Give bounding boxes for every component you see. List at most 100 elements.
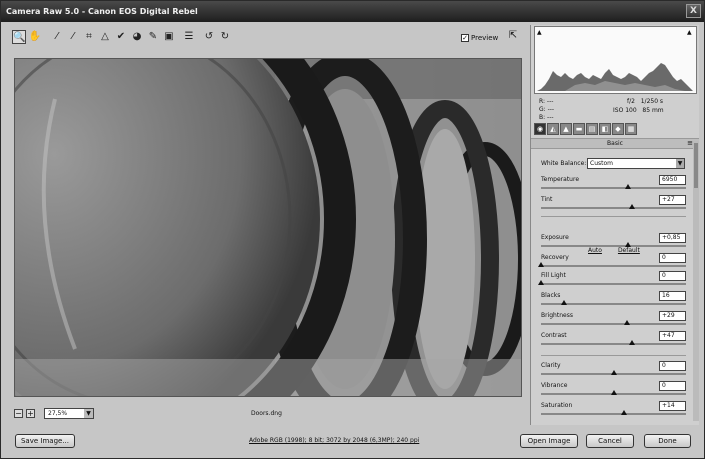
slider-thumb[interactable] xyxy=(629,204,636,209)
shadow-clipping-icon[interactable]: ▲ xyxy=(537,29,544,36)
slider-value-input[interactable]: 0 xyxy=(659,381,686,391)
slider-thumb[interactable] xyxy=(538,280,544,285)
zoom-tool-icon[interactable]: 🔍 xyxy=(12,30,26,44)
slider-value-input[interactable]: 0 xyxy=(659,271,686,281)
slider-temperature: Temperature 6950 xyxy=(541,175,691,193)
image-preview[interactable] xyxy=(14,58,522,397)
save-image-button[interactable]: Save Image... xyxy=(15,434,75,448)
slider-thumb[interactable] xyxy=(538,262,544,267)
adjustment-brush-icon[interactable]: ✎ xyxy=(146,30,160,44)
scrollbar-thumb[interactable] xyxy=(694,143,698,188)
close-icon[interactable]: X xyxy=(686,4,701,18)
slider-value-input[interactable]: +0,85 xyxy=(659,233,686,243)
histogram-graph xyxy=(537,63,693,91)
white-balance-tool-icon[interactable]: ⁄ xyxy=(50,30,64,44)
zoom-in-button[interactable]: + xyxy=(26,409,35,418)
slider-track[interactable] xyxy=(541,184,686,189)
slider-thumb[interactable] xyxy=(625,184,631,189)
panel-tab-icon[interactable]: ◆ xyxy=(612,123,624,135)
dialog-footer: Save Image... Adobe RGB (1998); 8 bit; 3… xyxy=(1,428,704,458)
toolbar: 🔍 ✋ ⁄ ⁄ ⌗ △ ✔ ◕ ✎ ▣ ☰ ↺ ↻ xyxy=(12,28,527,46)
slider-label: Brightness xyxy=(541,312,573,319)
slider-track[interactable] xyxy=(541,300,686,305)
panel-tab-icon[interactable]: ▤ xyxy=(586,123,598,135)
fullscreen-icon[interactable]: ⇱ xyxy=(506,30,520,43)
slider-track[interactable] xyxy=(541,340,686,345)
white-balance-value: Custom xyxy=(590,160,613,167)
zoom-level-select[interactable]: 27,5% ▼ xyxy=(44,408,94,419)
slider-track[interactable] xyxy=(541,390,686,395)
slider-track[interactable] xyxy=(538,262,686,267)
preview-label: Preview xyxy=(471,33,499,42)
highlight-clipping-icon[interactable]: ▲ xyxy=(687,29,694,36)
slider-track[interactable] xyxy=(538,280,686,285)
panel-tab-icon[interactable]: ◧ xyxy=(599,123,611,135)
slider-value-input[interactable]: +29 xyxy=(659,311,686,321)
panel-tab-icon[interactable]: ▲ xyxy=(560,123,572,135)
color-sampler-tool-icon[interactable]: ⁄ xyxy=(66,30,80,44)
rotate-left-icon[interactable]: ↺ xyxy=(202,30,216,44)
slider-thumb[interactable] xyxy=(625,242,631,247)
slider-thumb[interactable] xyxy=(561,300,568,305)
preferences-icon[interactable]: ☰ xyxy=(182,30,196,44)
preview-checkbox[interactable]: ✓ Preview xyxy=(461,32,498,43)
slider-track[interactable] xyxy=(541,370,686,375)
slider-thumb[interactable] xyxy=(629,340,636,345)
slider-value-input[interactable]: 0 xyxy=(659,253,686,263)
slider-value-input[interactable]: +14 xyxy=(659,401,686,411)
slider-fill-light: Fill Light 0 xyxy=(538,271,691,289)
open-image-button[interactable]: Open Image xyxy=(520,434,578,448)
chevron-down-icon: ▼ xyxy=(676,159,684,168)
panel-tab-icon[interactable]: ◉ xyxy=(534,123,546,135)
panel-tabs: ◉ ◭ ▲ ▬ ▤ ◧ ◆ ▦ xyxy=(534,123,697,137)
white-balance-label: White Balance: xyxy=(541,160,587,167)
slider-label: Temperature xyxy=(541,176,580,183)
panel-tab-icon[interactable]: ▦ xyxy=(625,123,637,135)
slider-value-input[interactable]: 0 xyxy=(659,361,686,371)
divider xyxy=(541,355,686,356)
slider-recovery: Recovery 0 xyxy=(538,253,691,271)
slider-thumb[interactable] xyxy=(610,370,617,375)
straighten-tool-icon[interactable]: △ xyxy=(98,30,112,44)
window-title: Camera Raw 5.0 - Canon EOS Digital Rebel xyxy=(6,7,198,16)
graduated-filter-icon[interactable]: ▣ xyxy=(162,30,176,44)
crop-tool-icon[interactable]: ⌗ xyxy=(82,30,96,44)
preview-check-icon[interactable]: ✓ xyxy=(461,33,469,42)
shutter-speed: 1/250 s xyxy=(640,98,664,105)
rotate-right-icon[interactable]: ↻ xyxy=(218,30,232,44)
slider-value-input[interactable]: 16 xyxy=(659,291,686,301)
image-status-bar: − + 27,5% ▼ Doors.dng xyxy=(14,408,522,421)
slider-thumb[interactable] xyxy=(623,320,630,325)
done-button[interactable]: Done xyxy=(644,434,691,448)
zoom-level: 27,5% xyxy=(48,410,68,417)
zoom-out-button[interactable]: − xyxy=(14,409,23,418)
slider-track[interactable] xyxy=(541,410,686,415)
slider-thumb[interactable] xyxy=(620,410,627,415)
histogram: ▲ ▲ xyxy=(534,26,697,94)
slider-label: Blacks xyxy=(541,292,561,299)
workflow-options-link[interactable]: Adobe RGB (1998); 8 bit; 3072 by 2048 (6… xyxy=(249,437,419,444)
panel-header: Basic ≡ xyxy=(531,138,699,149)
slider-value-input[interactable]: +27 xyxy=(659,195,686,205)
blue-readout: B: --- xyxy=(539,114,554,121)
slider-track[interactable] xyxy=(541,204,686,209)
slider-label: Saturation xyxy=(541,402,573,409)
slider-saturation: Saturation +14 xyxy=(541,401,691,419)
panel-scrollbar[interactable] xyxy=(693,141,699,421)
slider-blacks: Blacks 16 xyxy=(541,291,691,309)
red-eye-tool-icon[interactable]: ◕ xyxy=(130,30,144,44)
white-balance-select[interactable]: Custom ▼ xyxy=(587,158,685,169)
slider-value-input[interactable]: +47 xyxy=(659,331,686,341)
slider-thumb[interactable] xyxy=(610,390,617,395)
slider-track[interactable] xyxy=(541,242,686,247)
red-readout: R: --- xyxy=(539,98,554,105)
spot-removal-tool-icon[interactable]: ✔ xyxy=(114,30,128,44)
slider-track[interactable] xyxy=(541,320,686,325)
hand-tool-icon[interactable]: ✋ xyxy=(28,30,42,44)
panel-title: Basic xyxy=(607,140,623,147)
slider-value-input[interactable]: 6950 xyxy=(659,175,686,185)
aperture: f/2 xyxy=(627,98,635,105)
panel-tab-icon[interactable]: ▬ xyxy=(573,123,585,135)
cancel-button[interactable]: Cancel xyxy=(586,434,634,448)
panel-tab-icon[interactable]: ◭ xyxy=(547,123,559,135)
